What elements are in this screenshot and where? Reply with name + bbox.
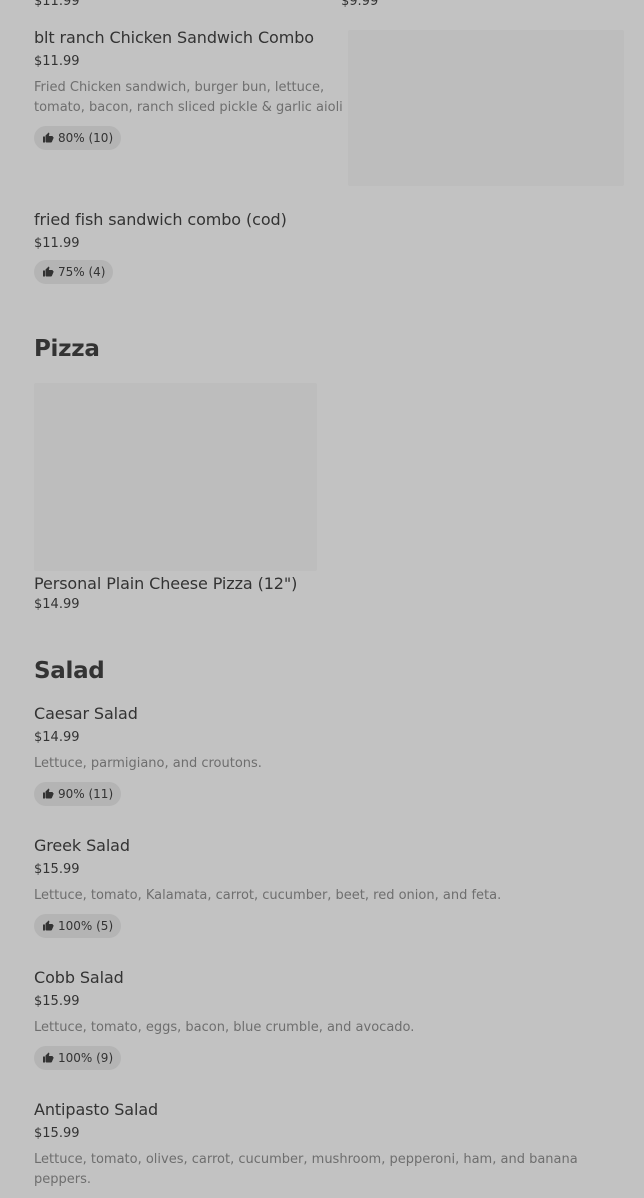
rating-badge: 100% (9): [34, 1046, 122, 1070]
item-price: $11.99: [34, 236, 80, 251]
partial-price-right: $9.99: [341, 0, 379, 9]
item-name: blt ranch Chicken Sandwich Combo: [34, 28, 314, 47]
item-image[interactable]: [348, 30, 624, 186]
item-price: $15.99: [34, 1126, 80, 1141]
menu-item-cobb-salad[interactable]: Cobb Salad $15.99 Lettuce, tomato, eggs,…: [34, 968, 614, 1070]
rating-text: 100% (5): [58, 919, 114, 933]
item-description: Lettuce, parmigiano, and croutons.: [34, 756, 262, 771]
item-price: $11.99: [34, 54, 80, 69]
item-price: $14.99: [34, 730, 80, 745]
item-price: $14.99: [34, 597, 80, 612]
item-name: fried fish sandwich combo (cod): [34, 210, 287, 229]
item-name: Caesar Salad: [34, 704, 138, 723]
menu-item-greek-salad[interactable]: Greek Salad $15.99 Lettuce, tomato, Kala…: [34, 836, 614, 938]
section-title-salad: Salad: [34, 658, 105, 684]
partial-price-left: $11.99: [34, 0, 80, 9]
rating-badge: 100% (5): [34, 914, 122, 938]
thumbs-up-icon: [43, 920, 54, 931]
menu-item-fried-fish[interactable]: fried fish sandwich combo (cod) $11.99 7…: [34, 210, 594, 284]
thumbs-up-icon: [43, 266, 54, 277]
menu-item-personal-cheese-pizza[interactable]: Personal Plain Cheese Pizza (12") $14.99: [34, 574, 334, 613]
rating-text: 100% (9): [58, 1051, 114, 1065]
thumbs-up-icon: [43, 132, 54, 143]
item-price: $15.99: [34, 994, 80, 1009]
section-title-pizza: Pizza: [34, 336, 100, 362]
rating-badge: 80% (10): [34, 126, 122, 150]
item-name: Personal Plain Cheese Pizza (12"): [34, 574, 298, 593]
item-description: Lettuce, tomato, eggs, bacon, blue crumb…: [34, 1020, 415, 1035]
item-price: $15.99: [34, 862, 80, 877]
menu-item-blt-ranch[interactable]: blt ranch Chicken Sandwich Combo $11.99 …: [34, 28, 344, 150]
rating-text: 90% (11): [58, 787, 114, 801]
item-name: Antipasto Salad: [34, 1100, 159, 1119]
menu-item-antipasto-salad[interactable]: Antipasto Salad $15.99 Lettuce, tomato, …: [34, 1100, 594, 1190]
item-description: Lettuce, tomato, Kalamata, carrot, cucum…: [34, 888, 502, 903]
rating-text: 75% (4): [58, 265, 106, 279]
item-description: Fried Chicken sandwich, burger bun, lett…: [34, 80, 343, 115]
item-name: Greek Salad: [34, 836, 130, 855]
item-image[interactable]: [34, 383, 317, 571]
item-description: Lettuce, tomato, olives, carrot, cucumbe…: [34, 1152, 578, 1187]
item-name: Cobb Salad: [34, 968, 124, 987]
rating-text: 80% (10): [58, 131, 114, 145]
rating-badge: 75% (4): [34, 260, 114, 284]
menu-item-caesar-salad[interactable]: Caesar Salad $14.99 Lettuce, parmigiano,…: [34, 704, 614, 806]
rating-badge: 90% (11): [34, 782, 122, 806]
thumbs-up-icon: [43, 1052, 54, 1063]
thumbs-up-icon: [43, 788, 54, 799]
